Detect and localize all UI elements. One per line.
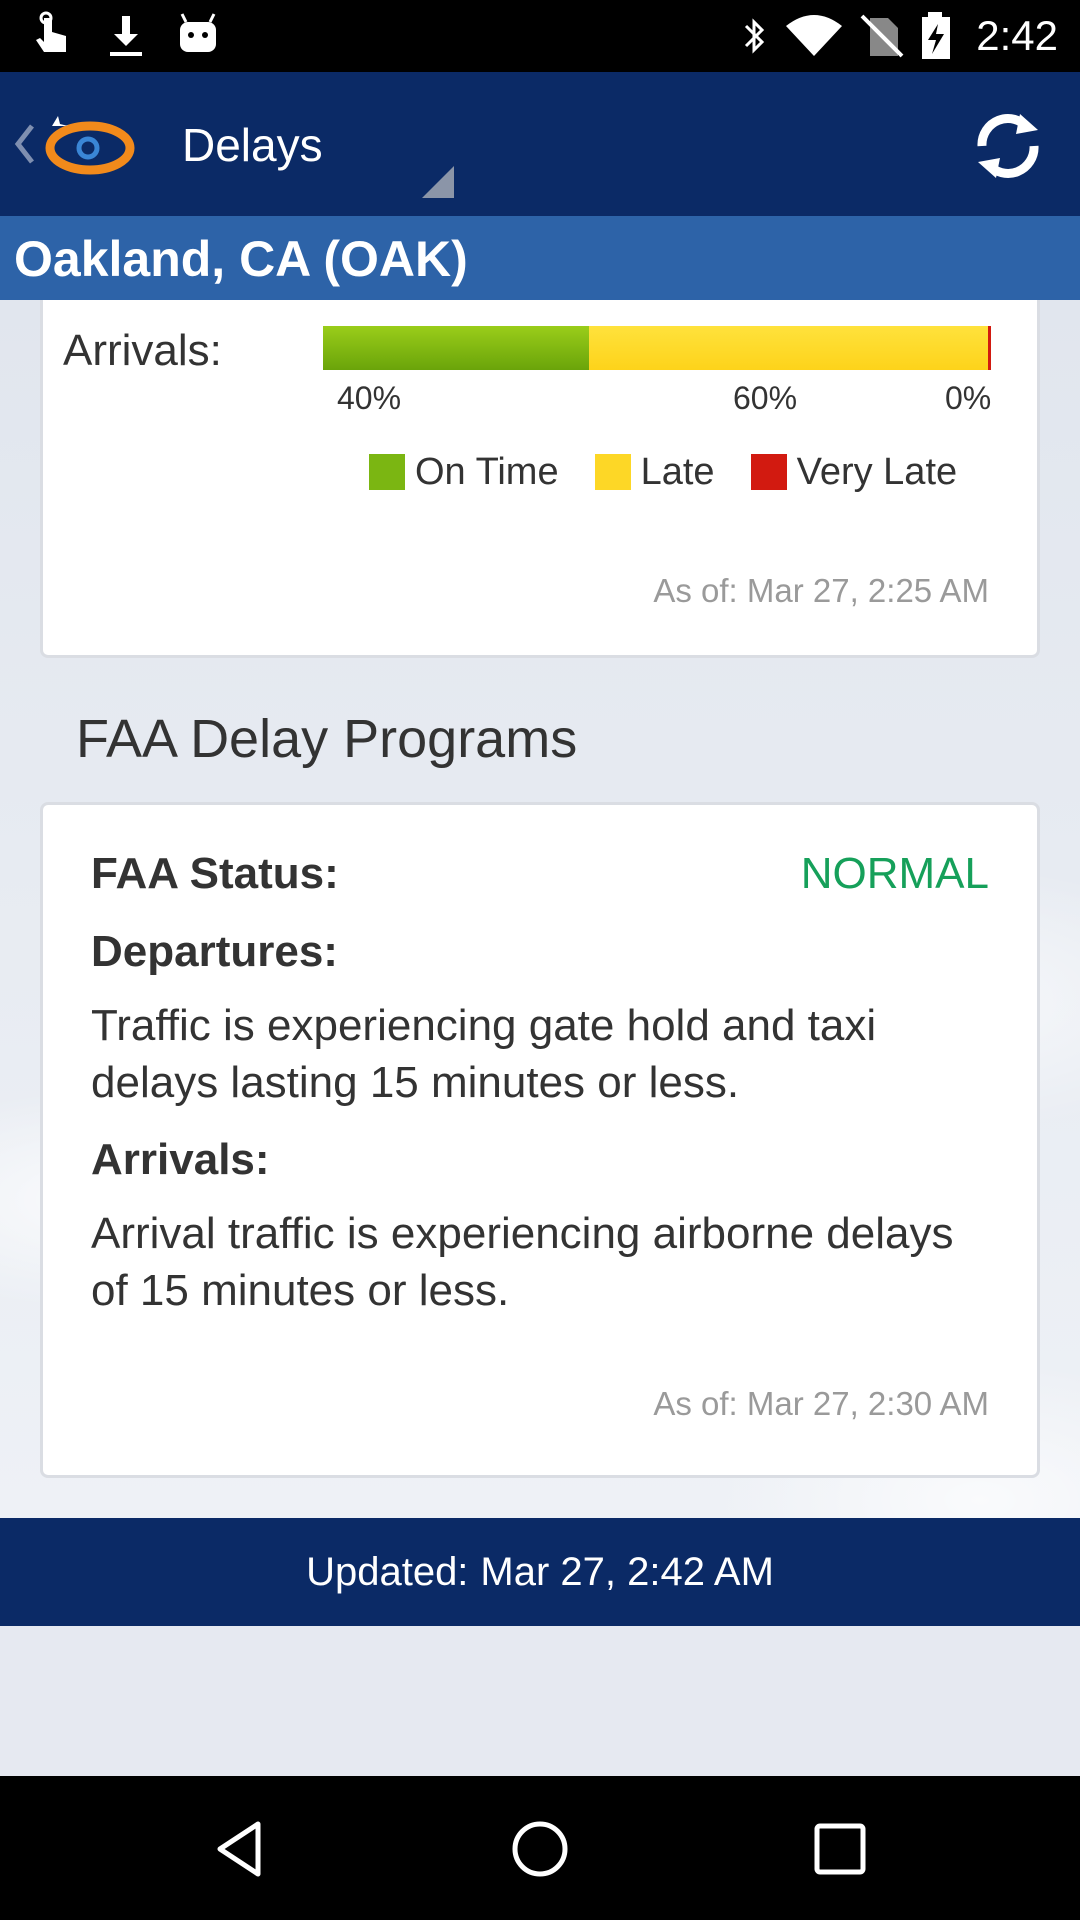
bluetooth-icon [744,18,765,54]
airport-title: Oakland, CA (OAK) [14,231,468,287]
legend-swatch-very-late [750,454,787,490]
refresh-icon[interactable] [970,108,1046,184]
app-bar: Delays [0,72,1080,216]
updated-bar: Updated: Mar 27, 2:42 AM [0,1518,1080,1626]
arrivals-as-of: As of: Mar 27, 2:25 AM [653,572,989,609]
legend-label: Late [640,450,715,493]
wifi-icon [786,15,842,56]
battery-charging-icon [922,12,950,59]
dropdown-indicator-icon[interactable] [418,162,458,202]
legend-swatch-late [594,454,631,490]
legend-swatch-on-time [369,454,405,490]
arrivals-delay-bar [323,326,991,370]
android-icon [180,13,216,52]
app-logo[interactable] [38,112,138,182]
departures-label: Departures: [91,927,338,976]
delays-content[interactable]: Arrivals: 40% 60% 0% On Time Late Very L… [0,300,1080,1518]
legend-item-very-late: Very Late [750,450,958,494]
on-time-segment [323,326,589,370]
home-icon[interactable] [505,1814,575,1884]
faa-status-label: FAA Status: [91,849,339,898]
faa-arrivals-text: Arrival traffic is experiencing airborne… [91,1209,954,1315]
faa-status-card: FAA Status: NORMAL Departures: Traffic i… [40,802,1040,1478]
location-header: Oakland, CA (OAK) [0,216,1080,300]
departures-text: Traffic is experiencing gate hold and ta… [91,1001,877,1107]
updated-label: Updated: [306,1550,469,1594]
legend-item-on-time: On Time [369,451,559,494]
arrivals-label: Arrivals: [63,326,222,375]
late-percent: 60% [733,380,798,416]
arrivals-delay-card: Arrivals: 40% 60% 0% On Time Late Very L… [40,300,1040,658]
late-segment [589,326,988,370]
faa-status-value: NORMAL [800,849,989,898]
back-icon[interactable] [206,1814,276,1884]
chevron-left-icon[interactable] [10,118,40,170]
touch-icon [36,11,66,52]
faa-arrivals-label: Arrivals: [91,1135,270,1184]
empty-area [0,1626,1080,1776]
status-time: 2:42 [976,12,1058,59]
faa-as-of: As of: Mar 27, 2:30 AM [653,1385,989,1422]
on-time-percent: 40% [337,380,402,416]
status-bar: 2:42 [0,0,1080,72]
legend-label: On Time [415,450,559,493]
screen-title[interactable]: Delays [182,118,323,172]
legend-item-late: Late [594,450,715,494]
recents-icon[interactable] [805,1814,875,1884]
very-late-percent: 0% [945,380,992,416]
faa-section-title: FAA Delay Programs [76,709,578,769]
legend-label: Very Late [796,450,958,493]
navigation-bar [0,1776,1080,1920]
download-icon [110,16,142,56]
delay-legend: On Time Late Very Late [369,450,993,494]
very-late-segment [988,326,991,370]
no-sim-icon [860,14,904,58]
updated-value: Mar 27, 2:42 AM [480,1550,774,1594]
